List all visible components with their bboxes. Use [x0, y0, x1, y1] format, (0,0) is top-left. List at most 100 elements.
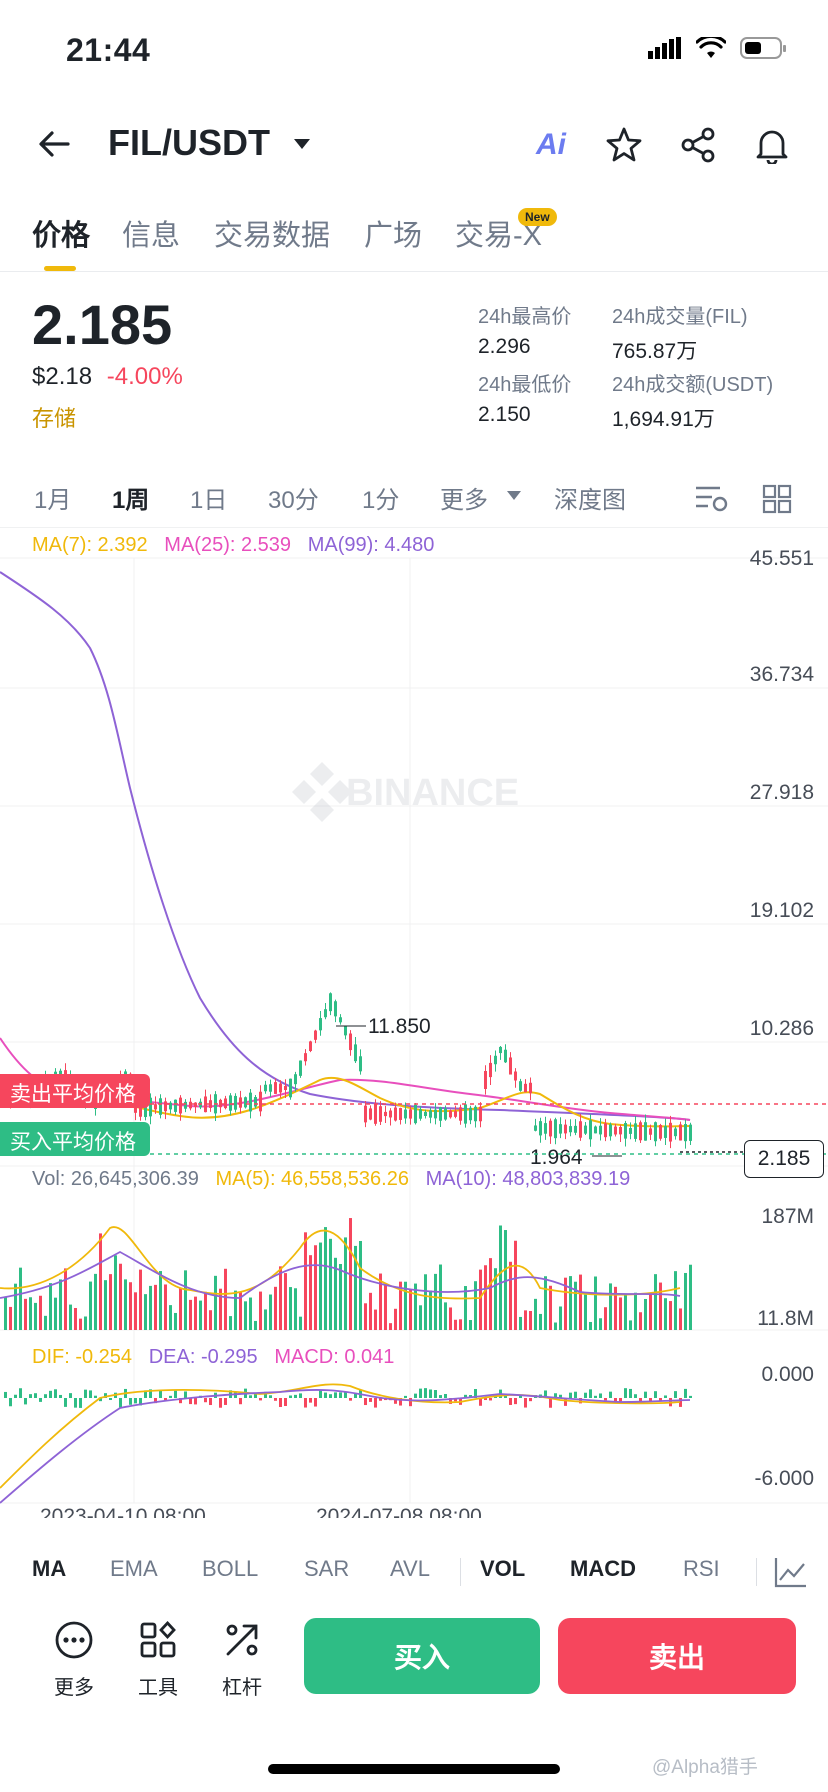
macd-axis-label: 0.000: [761, 1363, 814, 1386]
candle-body: [239, 1097, 242, 1108]
indicator-settings-icon[interactable]: [774, 1556, 808, 1588]
macd-bar: [204, 1398, 207, 1403]
volume-bar: [264, 1309, 267, 1330]
interval-30min[interactable]: 30分: [268, 480, 319, 515]
action-label: 工具: [138, 1677, 178, 1699]
tab-square[interactable]: 广场: [364, 212, 422, 254]
tab-price[interactable]: 价格: [32, 212, 90, 254]
volume-bar: [14, 1283, 17, 1330]
candle-body: [329, 993, 332, 1012]
indicator-ema[interactable]: EMA: [110, 1556, 158, 1582]
interval-1d[interactable]: 1日: [190, 480, 227, 515]
macd-bar: [509, 1398, 512, 1405]
home-indicator[interactable]: [268, 1764, 560, 1774]
interval-more[interactable]: 更多: [440, 480, 488, 515]
volume-bar: [644, 1298, 647, 1330]
volume-bar: [154, 1284, 157, 1330]
macd-bar: [289, 1395, 292, 1398]
leverage-action[interactable]: 杠杆: [212, 1620, 272, 1700]
volume-bar: [329, 1238, 332, 1330]
candle-body: [279, 1083, 282, 1093]
candle-body: [154, 1104, 157, 1110]
action-label: 杠杆: [222, 1677, 262, 1699]
share-button[interactable]: [677, 124, 719, 166]
indicator-vol[interactable]: VOL: [480, 1556, 525, 1582]
sell-average-price-badge[interactable]: 卖出平均价格: [0, 1074, 150, 1108]
candle-body: [479, 1106, 482, 1122]
price-axis-label: 27.918: [750, 781, 814, 804]
depth-chart-tab[interactable]: 深度图: [554, 480, 626, 515]
more-action[interactable]: 更多: [44, 1620, 104, 1700]
macd-bar: [574, 1391, 577, 1398]
volume-bar: [319, 1242, 322, 1330]
back-arrow-icon[interactable]: [34, 124, 74, 164]
price-axis-label: 19.102: [750, 899, 814, 922]
candle-body: [319, 1018, 322, 1031]
volume-bar: [224, 1268, 227, 1330]
macd-bar: [109, 1398, 112, 1401]
more-dots-icon: [55, 1621, 93, 1659]
macd-bar: [409, 1398, 412, 1407]
interval-1min[interactable]: 1分: [362, 480, 399, 515]
chart-settings-icon[interactable]: [694, 484, 728, 514]
candle-body: [589, 1120, 592, 1140]
indicator-avl[interactable]: AVL: [390, 1556, 430, 1582]
tools-action[interactable]: 工具: [128, 1620, 188, 1700]
last-price: 2.185: [32, 293, 173, 356]
volume-bar: [39, 1295, 42, 1330]
layout-grid-icon[interactable]: [762, 484, 792, 514]
candle-body: [569, 1126, 572, 1133]
category-tag[interactable]: 存储: [32, 401, 183, 433]
macd-bar: [59, 1394, 62, 1398]
candle-body: [489, 1062, 492, 1078]
candle-body: [514, 1071, 517, 1081]
indicator-rsi[interactable]: RSI: [683, 1556, 720, 1582]
macd-bar: [89, 1390, 92, 1398]
macd-bar: [319, 1390, 322, 1398]
buy-average-price-badge[interactable]: 买入平均价格: [0, 1122, 150, 1156]
volume-bar: [324, 1227, 327, 1330]
macd-bar: [189, 1398, 192, 1405]
volume-bar: [29, 1297, 32, 1330]
volume-bar: [384, 1284, 387, 1330]
volume-bar: [604, 1307, 607, 1330]
volume-bar: [509, 1261, 512, 1330]
interval-1w[interactable]: 1周: [112, 480, 149, 515]
volume-bar: [179, 1288, 182, 1330]
interval-1m[interactable]: 1月: [34, 480, 71, 515]
indicator-macd[interactable]: MACD: [570, 1556, 636, 1582]
candle-body: [559, 1124, 562, 1134]
candle-body: [429, 1110, 432, 1118]
macd-bar: [624, 1388, 627, 1398]
sell-button[interactable]: 卖出: [558, 1618, 796, 1694]
tab-info[interactable]: 信息: [122, 212, 180, 254]
buy-button[interactable]: 买入: [304, 1618, 540, 1694]
chevron-down-icon[interactable]: [292, 134, 312, 154]
volume-bar: [454, 1319, 457, 1330]
volume-bar: [389, 1323, 392, 1330]
pair-title[interactable]: FIL/USDT: [108, 122, 270, 164]
indicator-sar[interactable]: SAR: [304, 1556, 349, 1582]
tools-grid-icon: [140, 1620, 176, 1658]
macd-bar: [24, 1398, 27, 1405]
candle-body: [674, 1128, 677, 1137]
macd-bar: [249, 1395, 252, 1398]
indicator-ma[interactable]: MA: [32, 1556, 66, 1582]
macd-bar: [224, 1398, 227, 1405]
volume-bar: [374, 1309, 377, 1330]
candle-body: [409, 1109, 412, 1119]
macd-bar: [514, 1398, 517, 1405]
ai-assistant-button[interactable]: Ai: [530, 124, 572, 166]
candle-body: [219, 1099, 222, 1108]
kline-chart[interactable]: BINANCE 45.551 36.734 27.918 19.102 10.2…: [0, 528, 828, 1518]
alert-button[interactable]: [751, 124, 793, 166]
tab-trading-data[interactable]: 交易数据: [214, 212, 330, 254]
candle-body: [424, 1111, 427, 1117]
candle-body: [539, 1121, 542, 1136]
volume-bar: [619, 1297, 622, 1330]
favorite-button[interactable]: [603, 124, 645, 166]
volume-bar: [89, 1281, 92, 1330]
indicator-boll[interactable]: BOLL: [202, 1556, 258, 1582]
ma99-value: MA(99): 4.480: [307, 534, 435, 556]
volume-bar: [254, 1320, 257, 1330]
